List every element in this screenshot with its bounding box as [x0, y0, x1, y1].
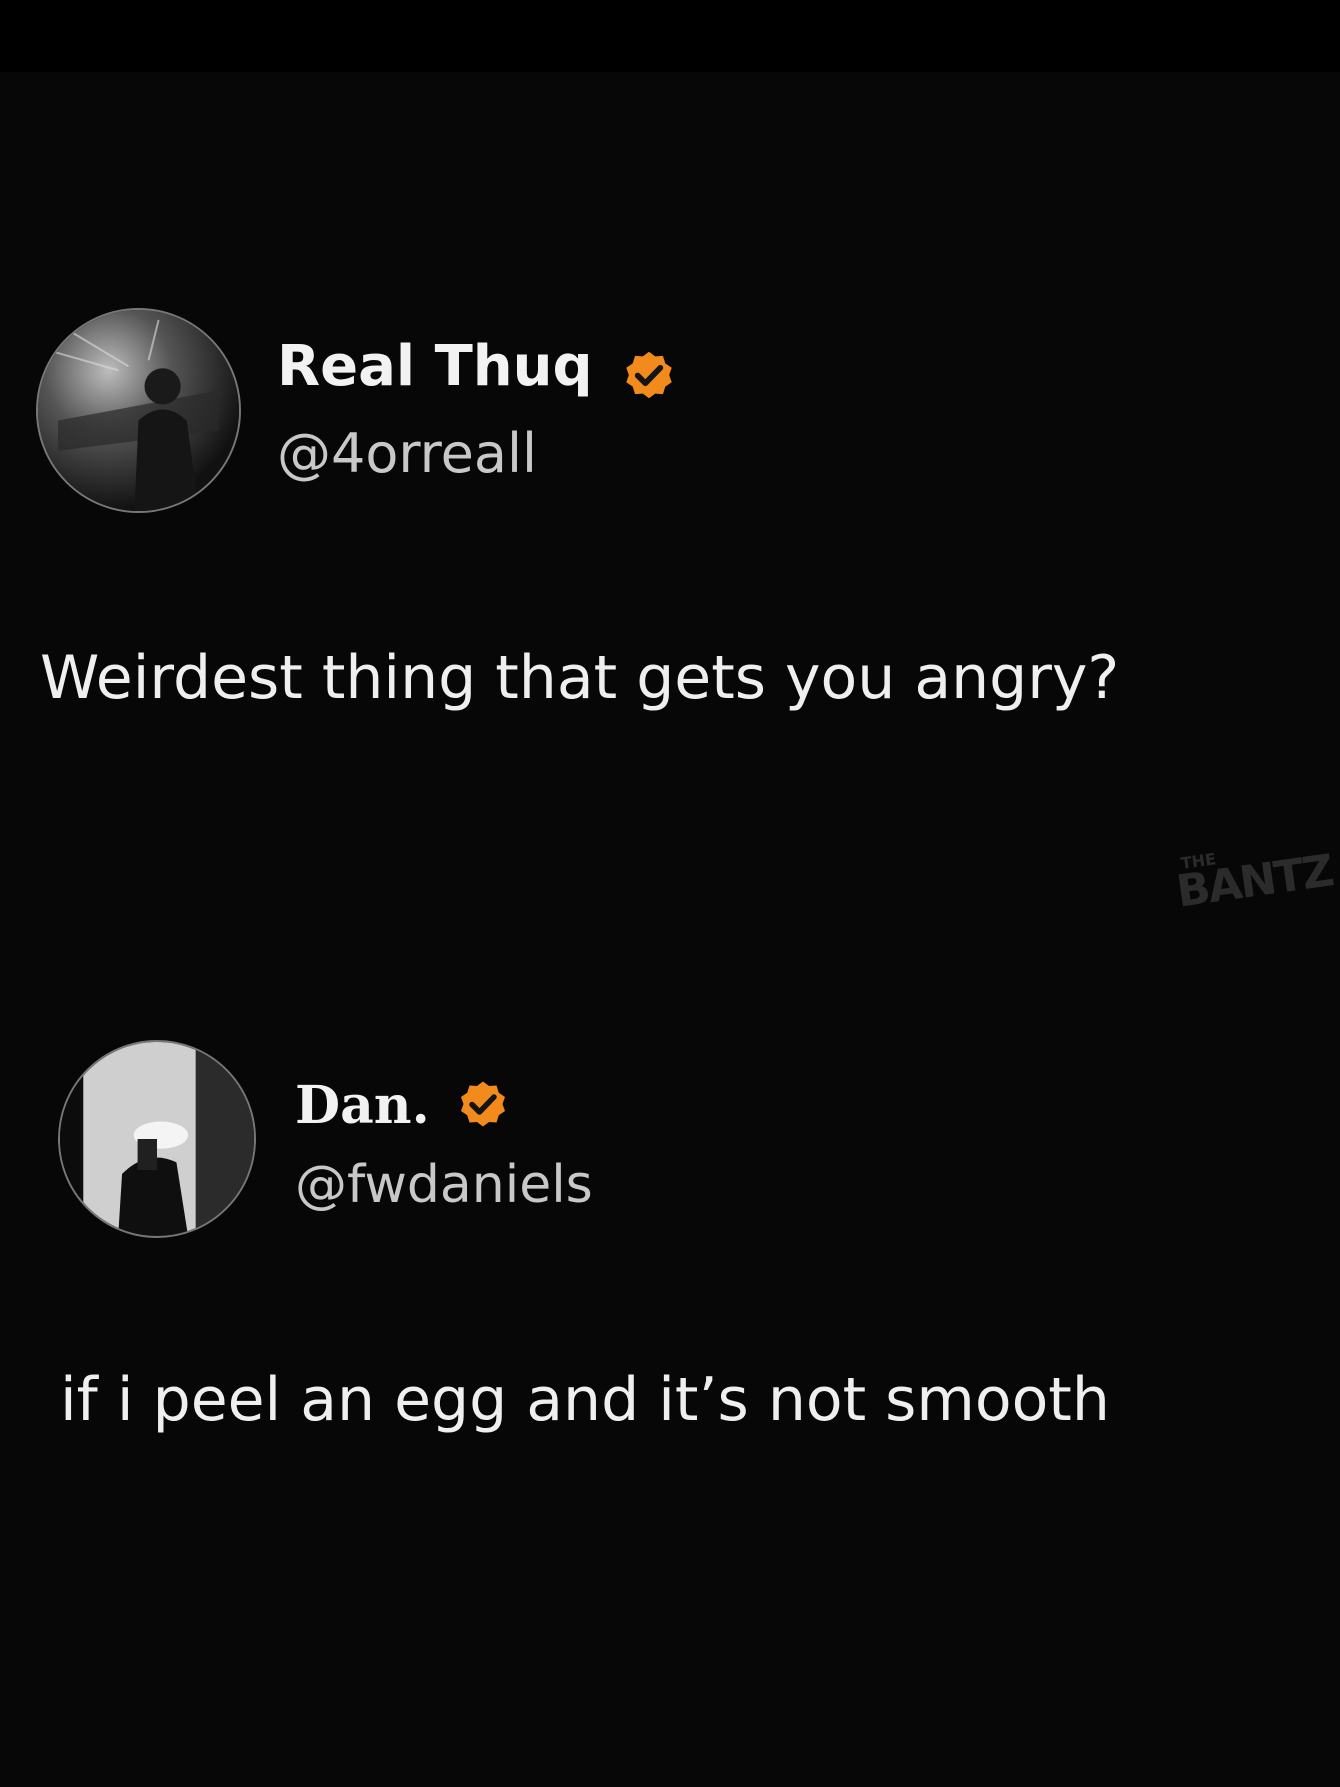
- reply-text: if i peel an egg and it’s not smooth: [60, 1365, 1110, 1435]
- avatar-photo-icon: [38, 310, 239, 511]
- verified-badge-icon: [618, 344, 680, 406]
- bantz-watermark-logo: THE BANTZ: [1173, 845, 1336, 918]
- post-author-handle[interactable]: @4orreall: [277, 420, 537, 488]
- reply-author-avatar[interactable]: [58, 1040, 256, 1238]
- reply-author-handle[interactable]: @fwdaniels: [295, 1152, 593, 1218]
- top-black-bar: [0, 0, 1340, 72]
- reply-author-name[interactable]: Dan.: [295, 1073, 430, 1139]
- post-author-avatar[interactable]: [36, 308, 241, 513]
- post-text: Weirdest thing that gets you angry?: [40, 643, 1120, 713]
- post-author-name[interactable]: Real Thuq: [277, 332, 593, 402]
- verified-badge-icon: [453, 1074, 513, 1134]
- avatar-photo-icon: [60, 1042, 254, 1236]
